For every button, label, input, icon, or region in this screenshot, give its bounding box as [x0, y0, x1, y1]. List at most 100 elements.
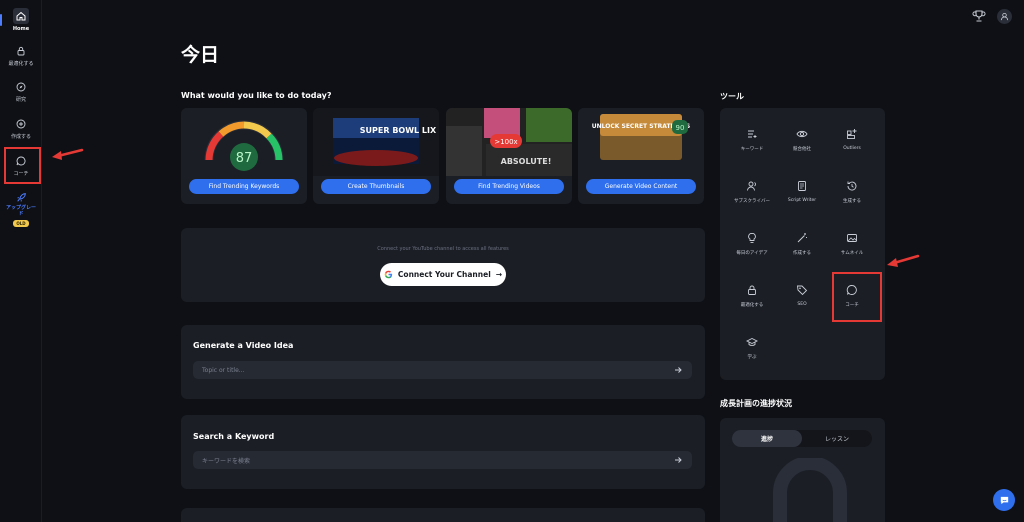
progress-ring-icon [773, 458, 847, 522]
annotation-arrow-icon [52, 148, 84, 160]
feature-card-keywords[interactable]: 87 Find Trending Keywords [181, 108, 307, 204]
connect-channel-button[interactable]: Connect Your Channel → [380, 263, 506, 286]
graduation-cap-icon [746, 337, 758, 346]
sidebar-item-label: 研究 [15, 97, 26, 103]
lock-icon [748, 285, 756, 295]
progress-tabs: 進捗 レッスン [732, 430, 872, 447]
create-thumbnails-button[interactable]: Create Thumbnails [321, 179, 431, 194]
sidebar-item-label: 作成する [10, 134, 31, 140]
tool-daily-ideas[interactable]: 毎日のアイデア [728, 230, 776, 274]
tool-optimize[interactable]: 最適化する [728, 282, 776, 326]
keyword-placeholder: キーワードを検索 [202, 457, 251, 465]
connect-hint: Connect your YouTube channel to access a… [377, 246, 509, 252]
generate-video-content-button[interactable]: Generate Video Content [586, 179, 696, 194]
tool-label: サムネイル [840, 251, 864, 256]
sidebar-item-label: Home [12, 26, 30, 32]
chat-icon [1000, 496, 1008, 504]
tool-subscribers[interactable]: サブスクライバー [728, 178, 776, 222]
upgrade-badge: OLD [13, 220, 29, 227]
tool-label: サブスクライバー [734, 199, 770, 204]
home-icon [13, 8, 29, 24]
script-icon [798, 181, 806, 191]
submit-arrow-icon[interactable] [674, 366, 682, 374]
thumbnail-preview-icon: SUPER BOWL LIX [313, 108, 439, 176]
magic-wand-icon [797, 233, 807, 243]
tool-label: 作成する [793, 251, 811, 256]
trend-badge: >100x [494, 138, 517, 146]
trophy-icon[interactable] [971, 8, 987, 24]
upgrade-label: アップグレード [6, 205, 37, 217]
sidebar-item-optimize[interactable]: 最適化する [0, 43, 42, 67]
outliers-icon [847, 129, 857, 139]
thumbnail-text: SUPER BOWL LIX [360, 126, 437, 135]
rocket-icon [13, 189, 29, 205]
submit-arrow-icon[interactable] [674, 456, 682, 464]
thumbnail-text: ABSOLUTE! [501, 157, 552, 166]
avatar[interactable] [997, 8, 1012, 24]
tool-outliers[interactable]: Outliers [828, 126, 876, 170]
next-card [181, 508, 705, 522]
score-gauge-icon: 87 [181, 108, 307, 176]
video-idea-title: Generate a Video Idea [193, 341, 294, 350]
sidebar-item-research[interactable]: 研究 [0, 79, 42, 103]
tool-keywords[interactable]: キーワード [728, 126, 776, 170]
subscribers-icon [747, 181, 756, 191]
tools-title: ツール [720, 92, 744, 101]
video-idea-placeholder: Topic or title... [202, 366, 245, 374]
feature-card-videos[interactable]: >100x ABSOLUTE! Find Trending Videos [446, 108, 572, 204]
tool-thumbnails[interactable]: サムネイル [828, 230, 876, 274]
sidebar-item-create[interactable]: 作成する [0, 116, 42, 140]
progress-panel: 進捗 レッスン [720, 418, 885, 522]
image-icon [847, 234, 857, 242]
lock-icon [13, 43, 29, 59]
video-content-preview-icon: UNLOCK SECRET STRATEGIES 90 [578, 108, 704, 176]
tools-panel: キーワード 競合他社 Outliers サブスクライバー Script Writ… [720, 108, 885, 380]
tool-label: キーワード [740, 147, 764, 152]
tool-label: 毎日のアイデア [736, 251, 768, 256]
eye-icon [796, 130, 808, 138]
keyword-icon [748, 130, 757, 138]
sidebar-item-home[interactable]: Home [0, 8, 42, 32]
google-icon [384, 270, 393, 279]
coach-tool-highlight-box [832, 272, 882, 322]
feature-card-content[interactable]: UNLOCK SECRET STRATEGIES 90 Generate Vid… [578, 108, 704, 204]
tool-label: 最適化する [740, 303, 764, 308]
find-trending-videos-button[interactable]: Find Trending Videos [454, 179, 564, 194]
tool-generate[interactable]: 生成する [828, 178, 876, 222]
tag-icon [796, 285, 808, 296]
video-idea-input[interactable]: Topic or title... [193, 361, 692, 379]
annotation-arrow-icon [887, 254, 920, 267]
tool-label: Outliers [843, 146, 861, 151]
connect-button-label: Connect Your Channel [397, 270, 491, 279]
find-trending-keywords-button[interactable]: Find Trending Keywords [189, 179, 299, 194]
lightbulb-icon [748, 233, 756, 243]
user-icon [1000, 12, 1009, 20]
tool-label: SEO [797, 302, 807, 307]
keyword-search-input[interactable]: キーワードを検索 [193, 451, 692, 469]
prompt-heading: What would you like to do today? [181, 91, 332, 100]
tool-label: 生成する [843, 199, 861, 204]
arrow-right-icon: → [495, 270, 503, 279]
sidebar: Home 最適化する 研究 作成する コーチ アップグレード OLD [0, 0, 42, 522]
keyword-search-title: Search a Keyword [193, 432, 275, 441]
progress-title: 成長計画の進捗状況 [720, 399, 792, 408]
tool-script-writer[interactable]: Script Writer [778, 178, 826, 222]
tool-label: 学ぶ [747, 355, 757, 360]
tab-progress[interactable]: 進捗 [732, 430, 802, 447]
tool-learn[interactable]: 学ぶ [728, 334, 776, 378]
tool-competitors[interactable]: 競合他社 [778, 126, 826, 170]
page-title: 今日 [181, 44, 220, 66]
chat-support-button[interactable] [993, 489, 1015, 511]
content-score: 90 [676, 124, 685, 132]
feature-card-thumbnails[interactable]: SUPER BOWL LIX Create Thumbnails [313, 108, 439, 204]
tool-seo[interactable]: SEO [778, 282, 826, 326]
trending-videos-preview-icon: >100x ABSOLUTE! [446, 108, 572, 176]
tab-lessons[interactable]: レッスン [802, 430, 872, 447]
tool-label: 競合他社 [793, 147, 811, 152]
tool-create[interactable]: 作成する [778, 230, 826, 274]
top-bar-actions [971, 8, 1012, 24]
compass-icon [13, 79, 29, 95]
sidebar-item-label: 最適化する [8, 61, 34, 67]
plus-circle-icon [13, 116, 29, 132]
sidebar-item-upgrade[interactable]: アップグレード OLD [0, 189, 42, 227]
